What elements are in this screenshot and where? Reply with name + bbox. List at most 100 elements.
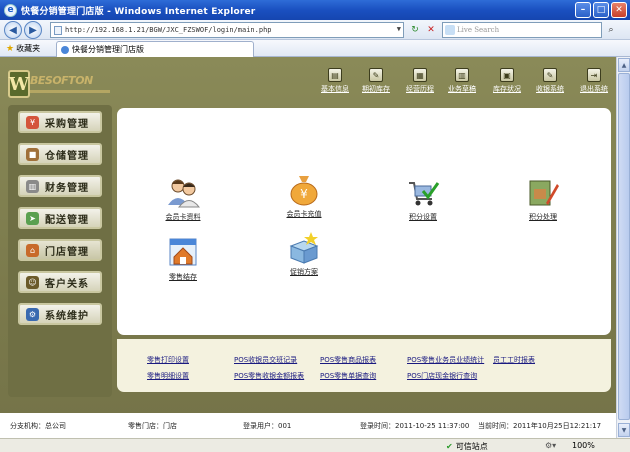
promotion-plan-label: 促销方案 xyxy=(290,268,318,276)
quick-link[interactable]: POS零售收银金额报表 xyxy=(234,371,304,381)
app-logo: W BESOFTON xyxy=(8,70,110,100)
close-button[interactable]: ✕ xyxy=(611,2,627,18)
favorites-button[interactable]: ★ 收藏夹 xyxy=(6,43,40,54)
topnav-label: 退出系统 xyxy=(580,85,608,93)
box-pen-icon xyxy=(526,175,560,209)
delivery-icon: ➤ xyxy=(26,211,39,225)
topnav-drafts[interactable]: ▥ 业务草稿 xyxy=(445,68,479,94)
zoom-level[interactable]: 100% xyxy=(572,441,595,450)
topnav-label: 基本信息 xyxy=(321,85,349,93)
stop-icon[interactable]: ✕ xyxy=(424,23,438,37)
topnav-basic-info[interactable]: ▤ 基本信息 xyxy=(318,68,352,94)
promotion-plan[interactable]: 促销方案 xyxy=(274,230,334,277)
window-title: 快餐分销管理门店版 - Windows Internet Explorer xyxy=(21,6,256,17)
menu-label: 配送管理 xyxy=(45,214,89,226)
menu-delivery[interactable]: ➤ 配送管理 xyxy=(18,207,102,229)
live-search-icon xyxy=(445,25,455,35)
page-body: W BESOFTON ▤ 基本信息 ✎ 期初库存 ▦ 经营历程 ▥ 业务草稿 ▣… xyxy=(0,57,630,438)
menu-label: 客户关系 xyxy=(45,278,89,290)
browser-status-bar: ✔ 可信站点 ⚙▾ 100% xyxy=(0,438,630,452)
side-menu: ¥ 采购管理 ■ 仓储管理 ▥ 财务管理 ➤ 配送管理 ⌂ 门店管理 ☺ 客户关… xyxy=(8,105,112,397)
search-input[interactable]: Live Search xyxy=(442,22,602,38)
browser-tab[interactable]: 快餐分销管理门店版 xyxy=(56,41,254,57)
menu-label: 门店管理 xyxy=(45,246,89,258)
favorites-bar: ★ 收藏夹 快餐分销管理门店版 xyxy=(0,40,630,57)
address-url: http://192.168.1.21/BGW/JXC_FZSWOF/login… xyxy=(65,26,272,34)
topnav-label: 期初库存 xyxy=(362,85,390,93)
menu-label: 采购管理 xyxy=(45,118,89,130)
menu-store[interactable]: ⌂ 门店管理 xyxy=(18,239,102,261)
logo-mark: W xyxy=(8,70,30,98)
picture-icon: ▦ xyxy=(413,68,427,82)
menu-purchase[interactable]: ¥ 采购管理 xyxy=(18,111,102,133)
current-time: 当前时间：2011年10月25日12:21:17 xyxy=(478,422,602,430)
address-bar[interactable]: http://192.168.1.21/BGW/JXC_FZSWOF/login… xyxy=(50,22,404,38)
retail-balance-label: 零售结存 xyxy=(169,273,197,281)
member-card-recharge[interactable]: ¥ 会员卡充值 xyxy=(274,172,334,219)
tab-page-icon xyxy=(61,45,69,54)
topnav-label: 收银系统 xyxy=(536,85,564,93)
topnav-opening-stock[interactable]: ✎ 期初库存 xyxy=(359,68,393,94)
protected-mode-icon[interactable]: ⚙▾ xyxy=(545,441,556,450)
maximize-button[interactable]: □ xyxy=(593,2,609,18)
scroll-up-icon[interactable]: ▲ xyxy=(618,58,630,72)
star-icon: ★ xyxy=(6,43,15,54)
quick-link[interactable]: POS收银员交班记录 xyxy=(234,355,297,365)
quick-link[interactable]: 员工工时报表 xyxy=(493,355,535,365)
topnav-label: 库存状况 xyxy=(493,85,521,93)
menu-customer[interactable]: ☺ 客户关系 xyxy=(18,271,102,293)
quick-link[interactable]: POS门店现金银行查询 xyxy=(407,371,477,381)
topnav-exit[interactable]: ⇥ 退出系统 xyxy=(577,68,611,94)
draft-icon: ▥ xyxy=(455,68,469,82)
content-panel: 会员卡资料 ¥ 会员卡充值 积分设置 积分处理 零售结存 促销方案 xyxy=(117,108,611,335)
login-time: 登录时间：2011-10-25 11:37:00 xyxy=(360,422,470,430)
vertical-scrollbar[interactable]: ▲ ▼ xyxy=(616,57,630,438)
refresh-icon[interactable]: ↻ xyxy=(408,23,422,37)
promo-box-icon xyxy=(287,230,321,264)
purchase-icon: ¥ xyxy=(26,115,39,129)
house-calendar-icon xyxy=(166,235,200,269)
zone-label: 可信站点 xyxy=(455,442,488,451)
scroll-down-icon[interactable]: ▼ xyxy=(618,423,630,437)
search-icon[interactable]: ⌕ xyxy=(604,23,618,37)
points-processing-label: 积分处理 xyxy=(529,213,557,221)
topnav-label: 业务草稿 xyxy=(448,85,476,93)
quick-link[interactable]: 零售打印设置 xyxy=(147,355,189,365)
quick-link[interactable]: 零售明细设置 xyxy=(147,371,189,381)
topnav-cashier[interactable]: ✎ 收银系统 xyxy=(533,68,567,94)
system-icon: ⚙ xyxy=(26,307,39,321)
minimize-button[interactable]: – xyxy=(575,2,591,18)
forward-button[interactable]: ▶ xyxy=(24,21,42,39)
points-processing[interactable]: 积分处理 xyxy=(513,175,573,222)
quick-link[interactable]: POS零售业务员业绩统计 xyxy=(407,355,484,365)
security-zone[interactable]: ✔ 可信站点 xyxy=(446,441,488,452)
menu-finance[interactable]: ▥ 财务管理 xyxy=(18,175,102,197)
quick-link[interactable]: POS零售单据查询 xyxy=(320,371,376,381)
users-icon xyxy=(166,175,201,209)
member-card-recharge-label: 会员卡充值 xyxy=(286,210,322,218)
retail-balance[interactable]: 零售结存 xyxy=(153,235,213,282)
back-button[interactable]: ◀ xyxy=(4,21,22,39)
scroll-thumb[interactable] xyxy=(618,73,630,420)
logo-text: BESOFTON xyxy=(30,74,93,87)
points-settings[interactable]: 积分设置 xyxy=(393,175,453,222)
status-info-bar: 分支机构：总公司 零售门店：门店 登录用户：001 登录时间：2011-10-2… xyxy=(0,413,616,438)
quick-link[interactable]: POS零售商品报表 xyxy=(320,355,376,365)
customer-icon: ☺ xyxy=(26,275,39,289)
menu-system[interactable]: ⚙ 系统维护 xyxy=(18,303,102,325)
member-card-info[interactable]: 会员卡资料 xyxy=(153,175,213,222)
address-dropdown-icon[interactable]: ▼ xyxy=(397,25,401,33)
store-info: 零售门店：门店 xyxy=(128,422,177,430)
menu-storage[interactable]: ■ 仓储管理 xyxy=(18,143,102,165)
finance-icon: ▥ xyxy=(26,179,39,193)
pencil-icon: ✎ xyxy=(369,68,383,82)
menu-label: 财务管理 xyxy=(45,182,89,194)
member-card-info-label: 会员卡资料 xyxy=(165,213,201,221)
topnav-history[interactable]: ▦ 经营历程 xyxy=(403,68,437,94)
svg-text:¥: ¥ xyxy=(300,187,308,201)
user-info: 登录用户：001 xyxy=(243,422,292,430)
cashier-icon: ✎ xyxy=(543,68,557,82)
money-bag-icon: ¥ xyxy=(287,172,321,206)
topnav-inventory[interactable]: ▣ 库存状况 xyxy=(490,68,524,94)
page-icon xyxy=(54,26,62,35)
